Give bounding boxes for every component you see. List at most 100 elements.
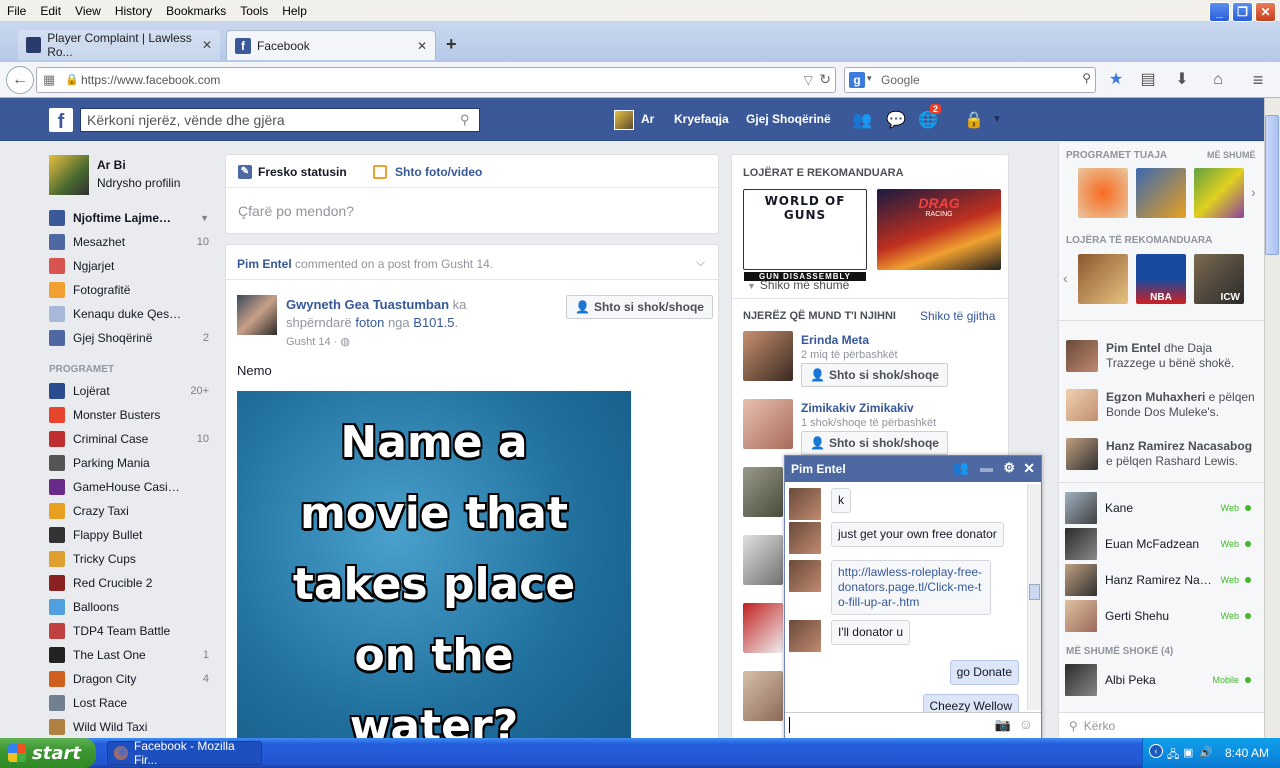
download-icon[interactable]: ⬇	[1172, 70, 1192, 90]
google-icon[interactable]: g	[849, 72, 865, 88]
person-avatar[interactable]	[743, 399, 793, 449]
avatar[interactable]	[614, 110, 634, 130]
app-item-13[interactable]: Lost Race	[49, 691, 209, 715]
menu-edit[interactable]: Edit	[33, 4, 68, 18]
chat-contact-name[interactable]: Pim Entel	[791, 462, 846, 476]
menu-view[interactable]: View	[68, 4, 108, 18]
menu-history[interactable]: History	[108, 4, 159, 18]
close-tab-icon[interactable]: ✕	[417, 39, 427, 53]
contact-item[interactable]: Gerti Shehu Web	[1065, 600, 1261, 632]
privacy-lock-icon[interactable]: 🔒	[964, 110, 984, 129]
photo-link[interactable]: foton	[355, 315, 384, 330]
ticker-avatar[interactable]	[1066, 438, 1098, 470]
person-avatar[interactable]	[743, 671, 783, 721]
url-bar[interactable]: ▦ 🔒 https://www.facebook.com ▽ ↻	[36, 67, 836, 93]
close-window-button[interactable]: ✕	[1255, 2, 1276, 22]
profile-picture[interactable]	[49, 155, 89, 195]
add-friend-button[interactable]: 👤 Shto si shok/shoqe	[566, 295, 713, 319]
chevron-down-icon[interactable]: ⌵	[696, 255, 705, 270]
person-name[interactable]: Erinda Meta	[801, 333, 869, 347]
author-name-link[interactable]: Gwyneth Gea Tuastumban	[286, 297, 449, 312]
app-item-6[interactable]: Flappy Bullet	[49, 523, 209, 547]
tray-app-icon[interactable]: ▣	[1183, 746, 1193, 759]
menu-file[interactable]: File	[0, 4, 33, 18]
chat-scroll-thumb[interactable]	[1029, 584, 1040, 600]
page-scroll-thumb[interactable]	[1265, 115, 1279, 255]
app-item-12[interactable]: Dragon City 4	[49, 667, 209, 691]
chat-scrollbar[interactable]	[1027, 484, 1041, 710]
mutual-friends[interactable]: 1 shok/shoqe të përbashkët	[801, 417, 936, 429]
gear-icon[interactable]: ⚙	[1003, 460, 1015, 476]
profile-link[interactable]: Ar	[641, 112, 654, 126]
home-icon[interactable]: ⌂	[1208, 70, 1228, 90]
nav-item-0[interactable]: Njoftime Lajme… ▼	[49, 206, 209, 230]
back-button[interactable]: ←	[6, 66, 34, 94]
nav-item-1[interactable]: Mesazhet 10	[49, 230, 209, 254]
person-avatar[interactable]	[743, 467, 783, 517]
app-item-3[interactable]: Parking Mania	[49, 451, 209, 475]
story-actor-link[interactable]: Pim Entel	[237, 257, 292, 271]
nav-item-4[interactable]: Kenaqu duke Qes…	[49, 302, 209, 326]
app-item-5[interactable]: Crazy Taxi	[49, 499, 209, 523]
chevron-right-icon[interactable]: ›	[1251, 184, 1256, 200]
tab-facebook[interactable]: f Facebook ✕	[226, 30, 436, 60]
game-nba-icon[interactable]: NBA	[1136, 254, 1186, 304]
app-monster-busters-icon[interactable]	[1078, 168, 1128, 218]
volume-icon[interactable]: 🔊	[1199, 746, 1213, 759]
edit-profile-link[interactable]: Ndrysho profilin	[97, 176, 180, 190]
facebook-logo-icon[interactable]: f	[49, 108, 73, 133]
bookmarks-list-icon[interactable]: ▤	[1138, 70, 1158, 90]
clock[interactable]: 8:40 AM	[1225, 746, 1269, 760]
add-friend-button[interactable]: 👤 Shto si shok/shoqe	[801, 431, 948, 455]
game-warrior-icon[interactable]	[1078, 254, 1128, 304]
app-item-0[interactable]: Lojërat 20+	[49, 379, 209, 403]
fb-search-input[interactable]: Kërkoni njerëz, vënde dhe gjëra	[80, 108, 480, 132]
dropdown-icon[interactable]: ▽	[804, 73, 813, 87]
add-people-icon[interactable]: 👥	[953, 460, 969, 476]
ticker-item[interactable]: Egzon Muhaxheri e pëlqen Bonde Dos Mulek…	[1106, 390, 1256, 420]
see-more-games-link[interactable]: ▼ Shiko më shumë	[747, 278, 849, 292]
status-input[interactable]: Çfarë po mendon?	[238, 203, 354, 219]
more-apps-link[interactable]: MË SHUMË	[1207, 150, 1256, 160]
ticker-avatar[interactable]	[1066, 340, 1098, 372]
app-crazy-taxi-icon[interactable]	[1194, 168, 1244, 218]
person-name[interactable]: Zimikakiv Zimikakiv	[801, 401, 914, 415]
chevron-down-icon[interactable]: ▼	[200, 213, 209, 223]
video-call-icon[interactable]: ▬	[980, 460, 993, 475]
contact-item[interactable]: Kane Web	[1065, 492, 1261, 524]
post-image[interactable]: Name a movie that takes place on the water?	[237, 391, 631, 743]
close-tab-icon[interactable]: ✕	[202, 38, 212, 52]
ticker-avatar[interactable]	[1066, 389, 1098, 421]
taskbar-firefox-item[interactable]: Facebook - Mozilla Fir...	[107, 739, 262, 767]
search-icon[interactable]: ⚲	[460, 112, 470, 128]
nav-item-2[interactable]: Ngjarjet	[49, 254, 209, 278]
minimize-button[interactable]: _	[1209, 2, 1230, 22]
menu-tools[interactable]: Tools	[233, 4, 275, 18]
app-item-7[interactable]: Tricky Cups	[49, 547, 209, 571]
drag-racing-game[interactable]: DRAG RACING	[877, 189, 1001, 270]
start-button[interactable]: start	[0, 738, 96, 768]
world-of-guns-game[interactable]: WORLD OF GUNS GUN DISASSEMBLY	[743, 189, 867, 281]
tray-chevron-icon[interactable]: ‹	[1149, 744, 1163, 758]
contact-item[interactable]: Euan McFadzean Web	[1065, 528, 1261, 560]
network-icon[interactable]: 🖧	[1167, 746, 1179, 765]
photo-video-tab[interactable]: Shto foto/video	[373, 165, 482, 179]
hamburger-menu-icon[interactable]: ≡	[1248, 70, 1268, 90]
new-tab-icon[interactable]: +	[446, 34, 457, 55]
author-avatar[interactable]	[237, 295, 277, 335]
maximize-button[interactable]: ❐	[1232, 2, 1253, 22]
emoji-icon[interactable]: ☺	[1019, 716, 1033, 732]
app-casino-icon[interactable]	[1136, 168, 1186, 218]
contact-item[interactable]: Hanz Ramirez Na… Web	[1065, 564, 1261, 596]
status-tab[interactable]: ✎ Fresko statusin	[238, 165, 347, 179]
mutual-friends[interactable]: 2 miq të përbashkët	[801, 349, 898, 361]
app-item-4[interactable]: GameHouse Casi…	[49, 475, 209, 499]
message-link[interactable]: http://lawless-roleplay-free-donators.pa…	[831, 560, 991, 615]
bookmark-star-icon[interactable]: ★	[1106, 70, 1126, 90]
app-item-1[interactable]: Monster Busters	[49, 403, 209, 427]
menu-bookmarks[interactable]: Bookmarks	[159, 4, 233, 18]
app-item-9[interactable]: Balloons	[49, 595, 209, 619]
chat-input[interactable]: 📷 ☺	[785, 712, 1041, 738]
see-all-link[interactable]: Shiko të gjitha	[920, 309, 995, 323]
magnifier-icon[interactable]: ⚲	[1082, 71, 1091, 85]
